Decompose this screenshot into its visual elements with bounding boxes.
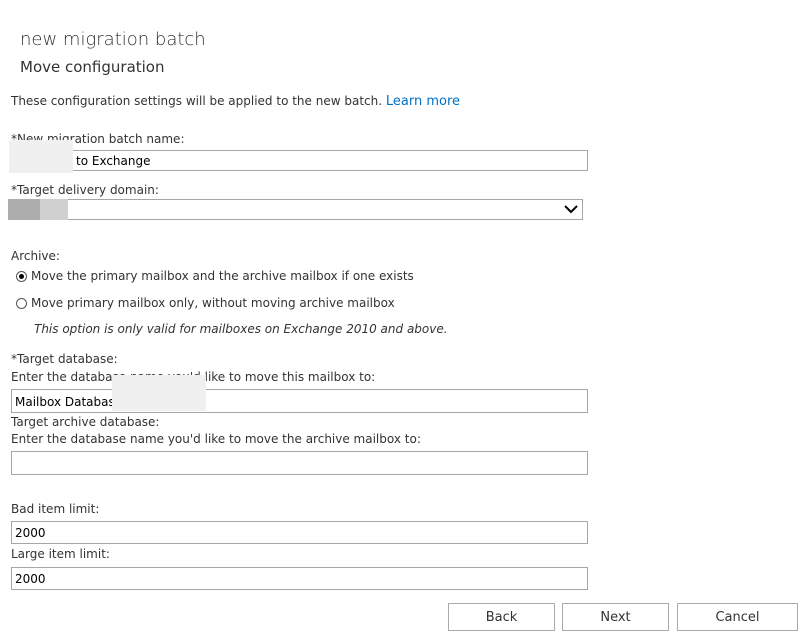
radio-button[interactable] xyxy=(16,297,27,309)
batch-name-input[interactable]: to Exchange xyxy=(11,150,588,171)
archive-label: Archive: xyxy=(11,249,60,263)
intro-text: These configuration settings will be app… xyxy=(11,94,383,108)
page-title: new migration batch xyxy=(20,29,206,50)
intro-description: These configuration settings will be app… xyxy=(11,94,460,109)
redacted-block xyxy=(8,199,40,220)
bad-item-input[interactable]: 2000 xyxy=(11,521,588,544)
target-db-value: Mailbox Databas xyxy=(15,395,115,409)
cancel-button[interactable]: Cancel xyxy=(677,603,798,631)
chevron-down-icon xyxy=(564,205,578,214)
radio-button-selected[interactable] xyxy=(16,270,27,282)
batch-name-value: to Exchange xyxy=(76,154,151,168)
large-item-label: Large item limit: xyxy=(11,547,110,561)
redacted-block xyxy=(9,140,73,173)
back-button[interactable]: Back xyxy=(448,603,555,631)
archive-option-both[interactable]: Move the primary mailbox and the archive… xyxy=(16,269,414,283)
next-button[interactable]: Next xyxy=(562,603,669,631)
archive-option-primary-only[interactable]: Move primary mailbox only, without movin… xyxy=(16,296,395,310)
redacted-block xyxy=(40,199,68,220)
redacted-block xyxy=(112,375,206,411)
archive-db-hint: Enter the database name you'd like to mo… xyxy=(11,432,421,446)
delivery-domain-label: *Target delivery domain: xyxy=(11,183,159,197)
archive-db-label: Target archive database: xyxy=(11,415,160,429)
page-subtitle: Move configuration xyxy=(20,58,165,76)
target-db-label: *Target database: xyxy=(11,352,118,366)
target-db-input[interactable]: Mailbox Databas xyxy=(11,389,588,413)
large-item-value: 2000 xyxy=(15,572,46,586)
learn-more-link[interactable]: Learn more xyxy=(386,94,460,109)
archive-option-primary-label: Move primary mailbox only, without movin… xyxy=(31,296,395,310)
archive-db-input[interactable] xyxy=(11,451,588,475)
delivery-domain-select[interactable] xyxy=(8,199,583,220)
large-item-input[interactable]: 2000 xyxy=(11,567,588,590)
archive-note: This option is only valid for mailboxes … xyxy=(34,322,448,336)
bad-item-label: Bad item limit: xyxy=(11,502,100,516)
archive-option-both-label: Move the primary mailbox and the archive… xyxy=(31,269,414,283)
bad-item-value: 2000 xyxy=(15,526,46,540)
